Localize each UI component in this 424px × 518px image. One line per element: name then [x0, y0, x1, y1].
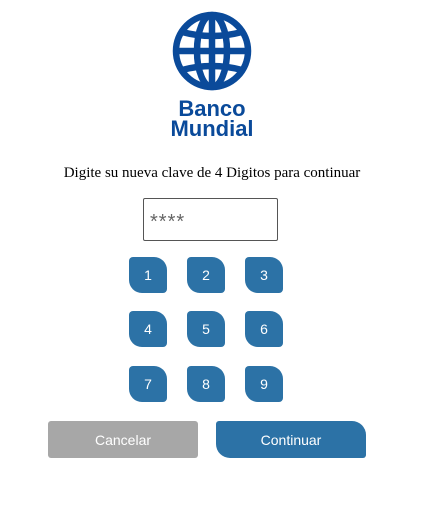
keypad-key-4[interactable]: 4: [129, 311, 167, 347]
keypad-key-5[interactable]: 5: [187, 311, 225, 347]
logo-text-line2: Mundial: [170, 116, 254, 141]
keypad-key-8[interactable]: 8: [187, 366, 225, 402]
cancel-button[interactable]: Cancelar: [48, 421, 198, 458]
keypad-key-3[interactable]: 3: [245, 257, 283, 293]
keypad-key-6[interactable]: 6: [245, 311, 283, 347]
keypad-key-7[interactable]: 7: [129, 366, 167, 402]
keypad-key-1[interactable]: 1: [129, 257, 167, 293]
keypad-key-9[interactable]: 9: [245, 366, 283, 402]
continue-button[interactable]: Continuar: [216, 421, 366, 458]
bank-logo: Banco Mundial: [168, 10, 256, 141]
globe-icon: [172, 11, 252, 91]
keypad-key-2[interactable]: 2: [187, 257, 225, 293]
pin-input[interactable]: [143, 198, 278, 241]
pin-instructions: Digite su nueva clave de 4 Digitos para …: [63, 165, 361, 181]
